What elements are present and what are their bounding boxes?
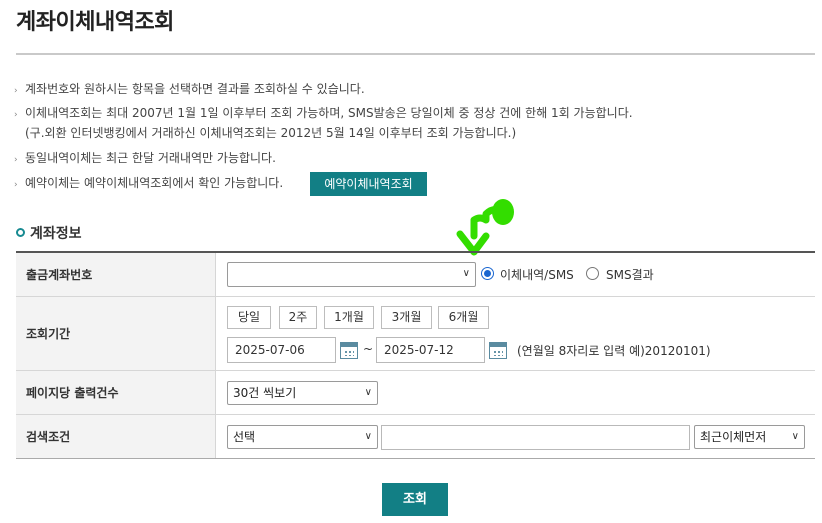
page-size-label: 페이지당 출력건수 <box>16 371 216 414</box>
title-divider <box>16 53 815 55</box>
period-today-button[interactable]: 당일 <box>227 306 271 329</box>
notice-item: › 예약이체는 예약이체내역조회에서 확인 가능합니다. <box>14 175 283 193</box>
calendar-icon[interactable] <box>489 342 507 359</box>
period-label: 조회기간 <box>16 297 216 370</box>
search-row: 검색조건 선택 ∨ 최근이체먼저 ∨ <box>16 415 815 459</box>
start-date-input[interactable]: 2025-07-06 <box>227 337 336 363</box>
notice-text: (구.외환 인터넷뱅킹에서 거래하신 이체내역조회는 2012년 5월 14일 … <box>25 126 517 140</box>
notice-item: › 동일내역이체는 최근 한달 거래내역만 가능합니다. <box>14 150 276 168</box>
period-row: 조회기간 당일 2주 1개월 3개월 6개월 2025-07-06 ~ 2025… <box>16 297 815 371</box>
search-condition-value: 선택 <box>233 430 256 444</box>
notice-text: 이체내역조회는 최대 2007년 1월 1일 이후부터 조회 가능하며, SMS… <box>25 106 633 120</box>
bullet-arrow-icon: › <box>14 180 18 190</box>
date-separator: ~ <box>363 342 374 356</box>
page-title: 계좌이체내역조회 <box>16 10 174 35</box>
search-keyword-input[interactable] <box>381 425 690 450</box>
search-submit-button[interactable]: 조회 <box>382 483 448 516</box>
account-info-form: 출금계좌번호 ∨ 이체내역/SMS SMS결과 조회기간 당일 2주 1개월 3… <box>16 251 815 459</box>
notice-item: › 계좌번호와 원하시는 항목을 선택하면 결과를 조회하실 수 있습니다. <box>14 81 365 99</box>
circle-bullet-icon <box>16 228 25 237</box>
period-3months-button[interactable]: 3개월 <box>381 306 432 329</box>
account-select[interactable]: ∨ <box>227 262 476 287</box>
page-size-select[interactable]: 30건 씩보기 ∨ <box>227 381 378 405</box>
search-label: 검색조건 <box>16 415 216 458</box>
notice-item: (구.외환 인터넷뱅킹에서 거래하신 이체내역조회는 2012년 5월 14일 … <box>25 125 516 141</box>
end-date-input[interactable]: 2025-07-12 <box>376 337 485 363</box>
sort-order-value: 최근이체먼저 <box>700 430 767 444</box>
account-row: 출금계좌번호 ∨ 이체내역/SMS SMS결과 <box>16 253 815 297</box>
page-size-row: 페이지당 출력건수 30건 씩보기 ∨ <box>16 371 815 415</box>
chevron-down-icon: ∨ <box>462 268 470 279</box>
chevron-down-icon: ∨ <box>364 431 372 442</box>
account-label: 출금계좌번호 <box>16 253 216 296</box>
sort-order-select[interactable]: 최근이체먼저 ∨ <box>694 425 805 449</box>
period-2weeks-button[interactable]: 2주 <box>279 306 317 329</box>
period-6months-button[interactable]: 6개월 <box>438 306 489 329</box>
radio-transfer-sms-label: 이체내역/SMS <box>500 268 574 282</box>
notice-text: 계좌번호와 원하시는 항목을 선택하면 결과를 조회하실 수 있습니다. <box>25 82 365 96</box>
date-format-hint: (연월일 8자리로 입력 예)20120101) <box>517 344 711 358</box>
period-1month-button[interactable]: 1개월 <box>324 306 374 329</box>
section-header: 계좌정보 <box>16 223 82 243</box>
radio-sms-result-label: SMS결과 <box>606 268 654 282</box>
search-condition-select[interactable]: 선택 ∨ <box>227 425 378 449</box>
bullet-arrow-icon: › <box>14 155 18 165</box>
chevron-down-icon: ∨ <box>364 387 372 398</box>
notice-text: 예약이체는 예약이체내역조회에서 확인 가능합니다. <box>25 176 284 190</box>
radio-transfer-sms[interactable] <box>481 267 494 280</box>
radio-sms-result[interactable] <box>586 267 599 280</box>
bullet-arrow-icon: › <box>14 86 18 96</box>
chevron-down-icon: ∨ <box>791 431 799 442</box>
section-title: 계좌정보 <box>30 226 82 242</box>
notice-text: 동일내역이체는 최근 한달 거래내역만 가능합니다. <box>25 151 276 165</box>
calendar-icon[interactable] <box>340 342 358 359</box>
reserved-transfer-history-button[interactable]: 예약이체내역조회 <box>310 172 427 196</box>
bullet-arrow-icon: › <box>14 110 18 120</box>
notice-item: › 이체내역조회는 최대 2007년 1월 1일 이후부터 조회 가능하며, SM… <box>14 105 633 123</box>
page-size-select-value: 30건 씩보기 <box>233 386 297 400</box>
